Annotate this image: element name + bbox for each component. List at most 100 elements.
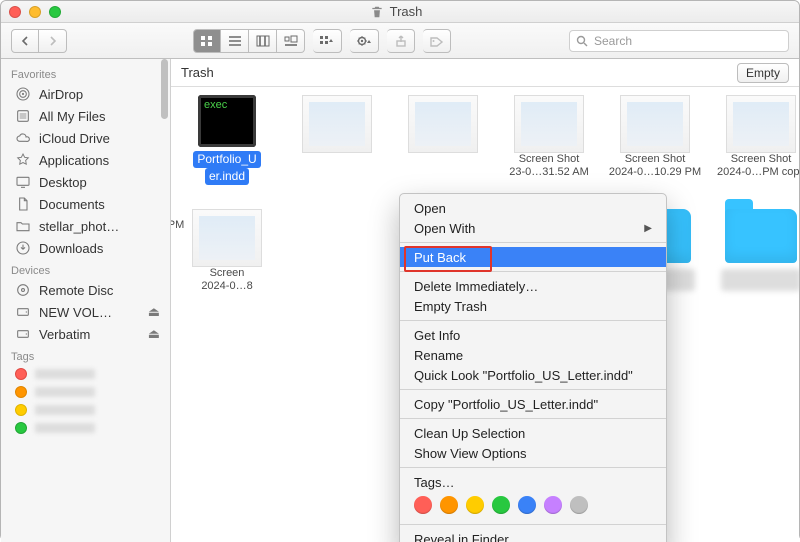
downloads-icon bbox=[15, 240, 31, 256]
tags-group bbox=[423, 29, 451, 53]
icon-view-button[interactable] bbox=[193, 29, 221, 53]
sidebar-tag-orange[interactable] bbox=[1, 383, 170, 401]
ctx-label: Open bbox=[414, 201, 446, 216]
tag-color-red[interactable] bbox=[414, 496, 432, 514]
tag-color-orange[interactable] bbox=[440, 496, 458, 514]
sidebar-item-icloud[interactable]: iCloud Drive bbox=[1, 127, 170, 149]
sidebar-item-stellar[interactable]: stellar_phot… bbox=[1, 215, 170, 237]
sidebar-scrollbar[interactable] bbox=[160, 59, 170, 542]
sidebar-tag-red[interactable] bbox=[1, 365, 170, 383]
columns-icon bbox=[256, 35, 270, 47]
search-field[interactable]: Search bbox=[569, 30, 789, 52]
ctx-empty-trash[interactable]: Empty Trash bbox=[400, 296, 666, 316]
sidebar-tag-yellow[interactable] bbox=[1, 401, 170, 419]
ctx-put-back[interactable]: Put Back bbox=[400, 247, 666, 267]
toolbar: Search bbox=[1, 23, 799, 59]
drive-icon bbox=[15, 304, 31, 320]
item-label-line2: er.indd bbox=[205, 168, 249, 185]
forward-button[interactable] bbox=[39, 29, 67, 53]
file-screenshot-6[interactable]: Screen Shot 2024-0…PM copy bbox=[711, 95, 799, 178]
sidebar-item-desktop[interactable]: Desktop bbox=[1, 171, 170, 193]
minimize-window-button[interactable] bbox=[29, 6, 41, 18]
close-window-button[interactable] bbox=[9, 6, 21, 18]
action-button[interactable] bbox=[350, 29, 379, 53]
titlebar: Trash bbox=[1, 1, 799, 23]
ctx-show-view-options[interactable]: Show View Options bbox=[400, 443, 666, 463]
column-view-button[interactable] bbox=[249, 29, 277, 53]
ctx-clean-up-selection[interactable]: Clean Up Selection bbox=[400, 423, 666, 443]
sidebar-item-label: All My Files bbox=[39, 109, 105, 124]
sidebar-tag-green[interactable] bbox=[1, 419, 170, 437]
scrollbar-thumb[interactable] bbox=[161, 59, 168, 119]
ctx-label: Rename bbox=[414, 348, 463, 363]
ctx-open[interactable]: Open bbox=[400, 198, 666, 218]
folder-3[interactable] bbox=[711, 209, 799, 291]
tag-color-yellow[interactable] bbox=[466, 496, 484, 514]
file-screenshot-3[interactable] bbox=[393, 95, 493, 153]
tag-red-icon bbox=[15, 368, 27, 380]
ctx-separator bbox=[400, 467, 666, 468]
ctx-copy[interactable]: Copy "Portfolio_US_Letter.indd" bbox=[400, 394, 666, 414]
ctx-label: Tags… bbox=[414, 475, 454, 490]
ctx-delete-immediately[interactable]: Delete Immediately… bbox=[400, 276, 666, 296]
empty-trash-button[interactable]: Empty bbox=[737, 63, 789, 83]
chevron-right-icon bbox=[48, 36, 58, 46]
sidebar-item-allmyfiles[interactable]: All My Files bbox=[1, 105, 170, 127]
sidebar-item-airdrop[interactable]: AirDrop bbox=[1, 83, 170, 105]
file-screenshot-2[interactable] bbox=[287, 95, 387, 153]
file-screenshot-5[interactable]: Screen Shot 2024-0…10.29 PM bbox=[605, 95, 705, 178]
trash-icon bbox=[370, 5, 384, 19]
share-group bbox=[387, 29, 415, 53]
back-button[interactable] bbox=[11, 29, 39, 53]
share-button[interactable] bbox=[387, 29, 415, 53]
sidebar-item-newvol[interactable]: NEW VOL…⏏ bbox=[1, 301, 170, 323]
sidebar-item-label: Remote Disc bbox=[39, 283, 113, 298]
tag-green-icon bbox=[15, 422, 27, 434]
ctx-tags[interactable]: Tags… bbox=[400, 472, 666, 492]
drive-icon bbox=[15, 326, 31, 342]
ctx-separator bbox=[400, 524, 666, 525]
coverflow-view-button[interactable] bbox=[277, 29, 305, 53]
tag-color-green[interactable] bbox=[492, 496, 510, 514]
eject-icon[interactable]: ⏏ bbox=[148, 326, 160, 342]
item-label: Screen Shot bbox=[519, 153, 580, 166]
sidebar-item-downloads[interactable]: Downloads bbox=[1, 237, 170, 259]
context-menu: Open Open With▶ Put Back Delete Immediat… bbox=[399, 193, 667, 542]
tag-label-blurred bbox=[35, 369, 95, 379]
screenshot-icon bbox=[726, 95, 796, 153]
airdrop-icon bbox=[15, 86, 31, 102]
list-view-button[interactable] bbox=[221, 29, 249, 53]
ctx-label: Show View Options bbox=[414, 446, 527, 461]
ctx-separator bbox=[400, 418, 666, 419]
tag-color-purple[interactable] bbox=[544, 496, 562, 514]
ctx-separator bbox=[400, 389, 666, 390]
item-label: Portfolio_U bbox=[193, 151, 260, 168]
tag-color-gray[interactable] bbox=[570, 496, 588, 514]
ctx-open-with[interactable]: Open With▶ bbox=[400, 218, 666, 238]
eject-icon[interactable]: ⏏ bbox=[148, 304, 160, 320]
ctx-quick-look[interactable]: Quick Look "Portfolio_US_Letter.indd" bbox=[400, 365, 666, 385]
search-container: Search bbox=[569, 30, 789, 52]
file-screenshot-4[interactable]: Screen Shot 23-0…31.52 AM bbox=[499, 95, 599, 178]
tags-button[interactable] bbox=[423, 29, 451, 53]
sidebar-item-applications[interactable]: Applications bbox=[1, 149, 170, 171]
arrange-button[interactable] bbox=[313, 29, 342, 53]
ctx-rename[interactable]: Rename bbox=[400, 345, 666, 365]
icons-area[interactable]: exec Portfolio_U er.indd Screen Shot 23-… bbox=[171, 87, 799, 542]
tag-yellow-icon bbox=[15, 404, 27, 416]
item-label: Screen Shot bbox=[625, 153, 686, 166]
tag-color-blue[interactable] bbox=[518, 496, 536, 514]
ctx-label: Copy "Portfolio_US_Letter.indd" bbox=[414, 397, 598, 412]
zoom-window-button[interactable] bbox=[49, 6, 61, 18]
screenshot-icon bbox=[408, 95, 478, 153]
sidebar-item-remotedisc[interactable]: Remote Disc bbox=[1, 279, 170, 301]
pathbar: Trash Empty bbox=[171, 59, 799, 87]
sidebar-item-documents[interactable]: Documents bbox=[1, 193, 170, 215]
grid-icon bbox=[200, 35, 214, 47]
ctx-reveal-in-finder[interactable]: Reveal in Finder bbox=[400, 529, 666, 542]
sidebar-item-verbatim[interactable]: Verbatim⏏ bbox=[1, 323, 170, 345]
ctx-get-info[interactable]: Get Info bbox=[400, 325, 666, 345]
file-portfolio-indd[interactable]: exec Portfolio_U er.indd bbox=[177, 95, 277, 185]
file-screenshot-row2[interactable]: Screen 2024-0…8 bbox=[177, 209, 277, 292]
exec-icon: exec bbox=[198, 95, 256, 147]
